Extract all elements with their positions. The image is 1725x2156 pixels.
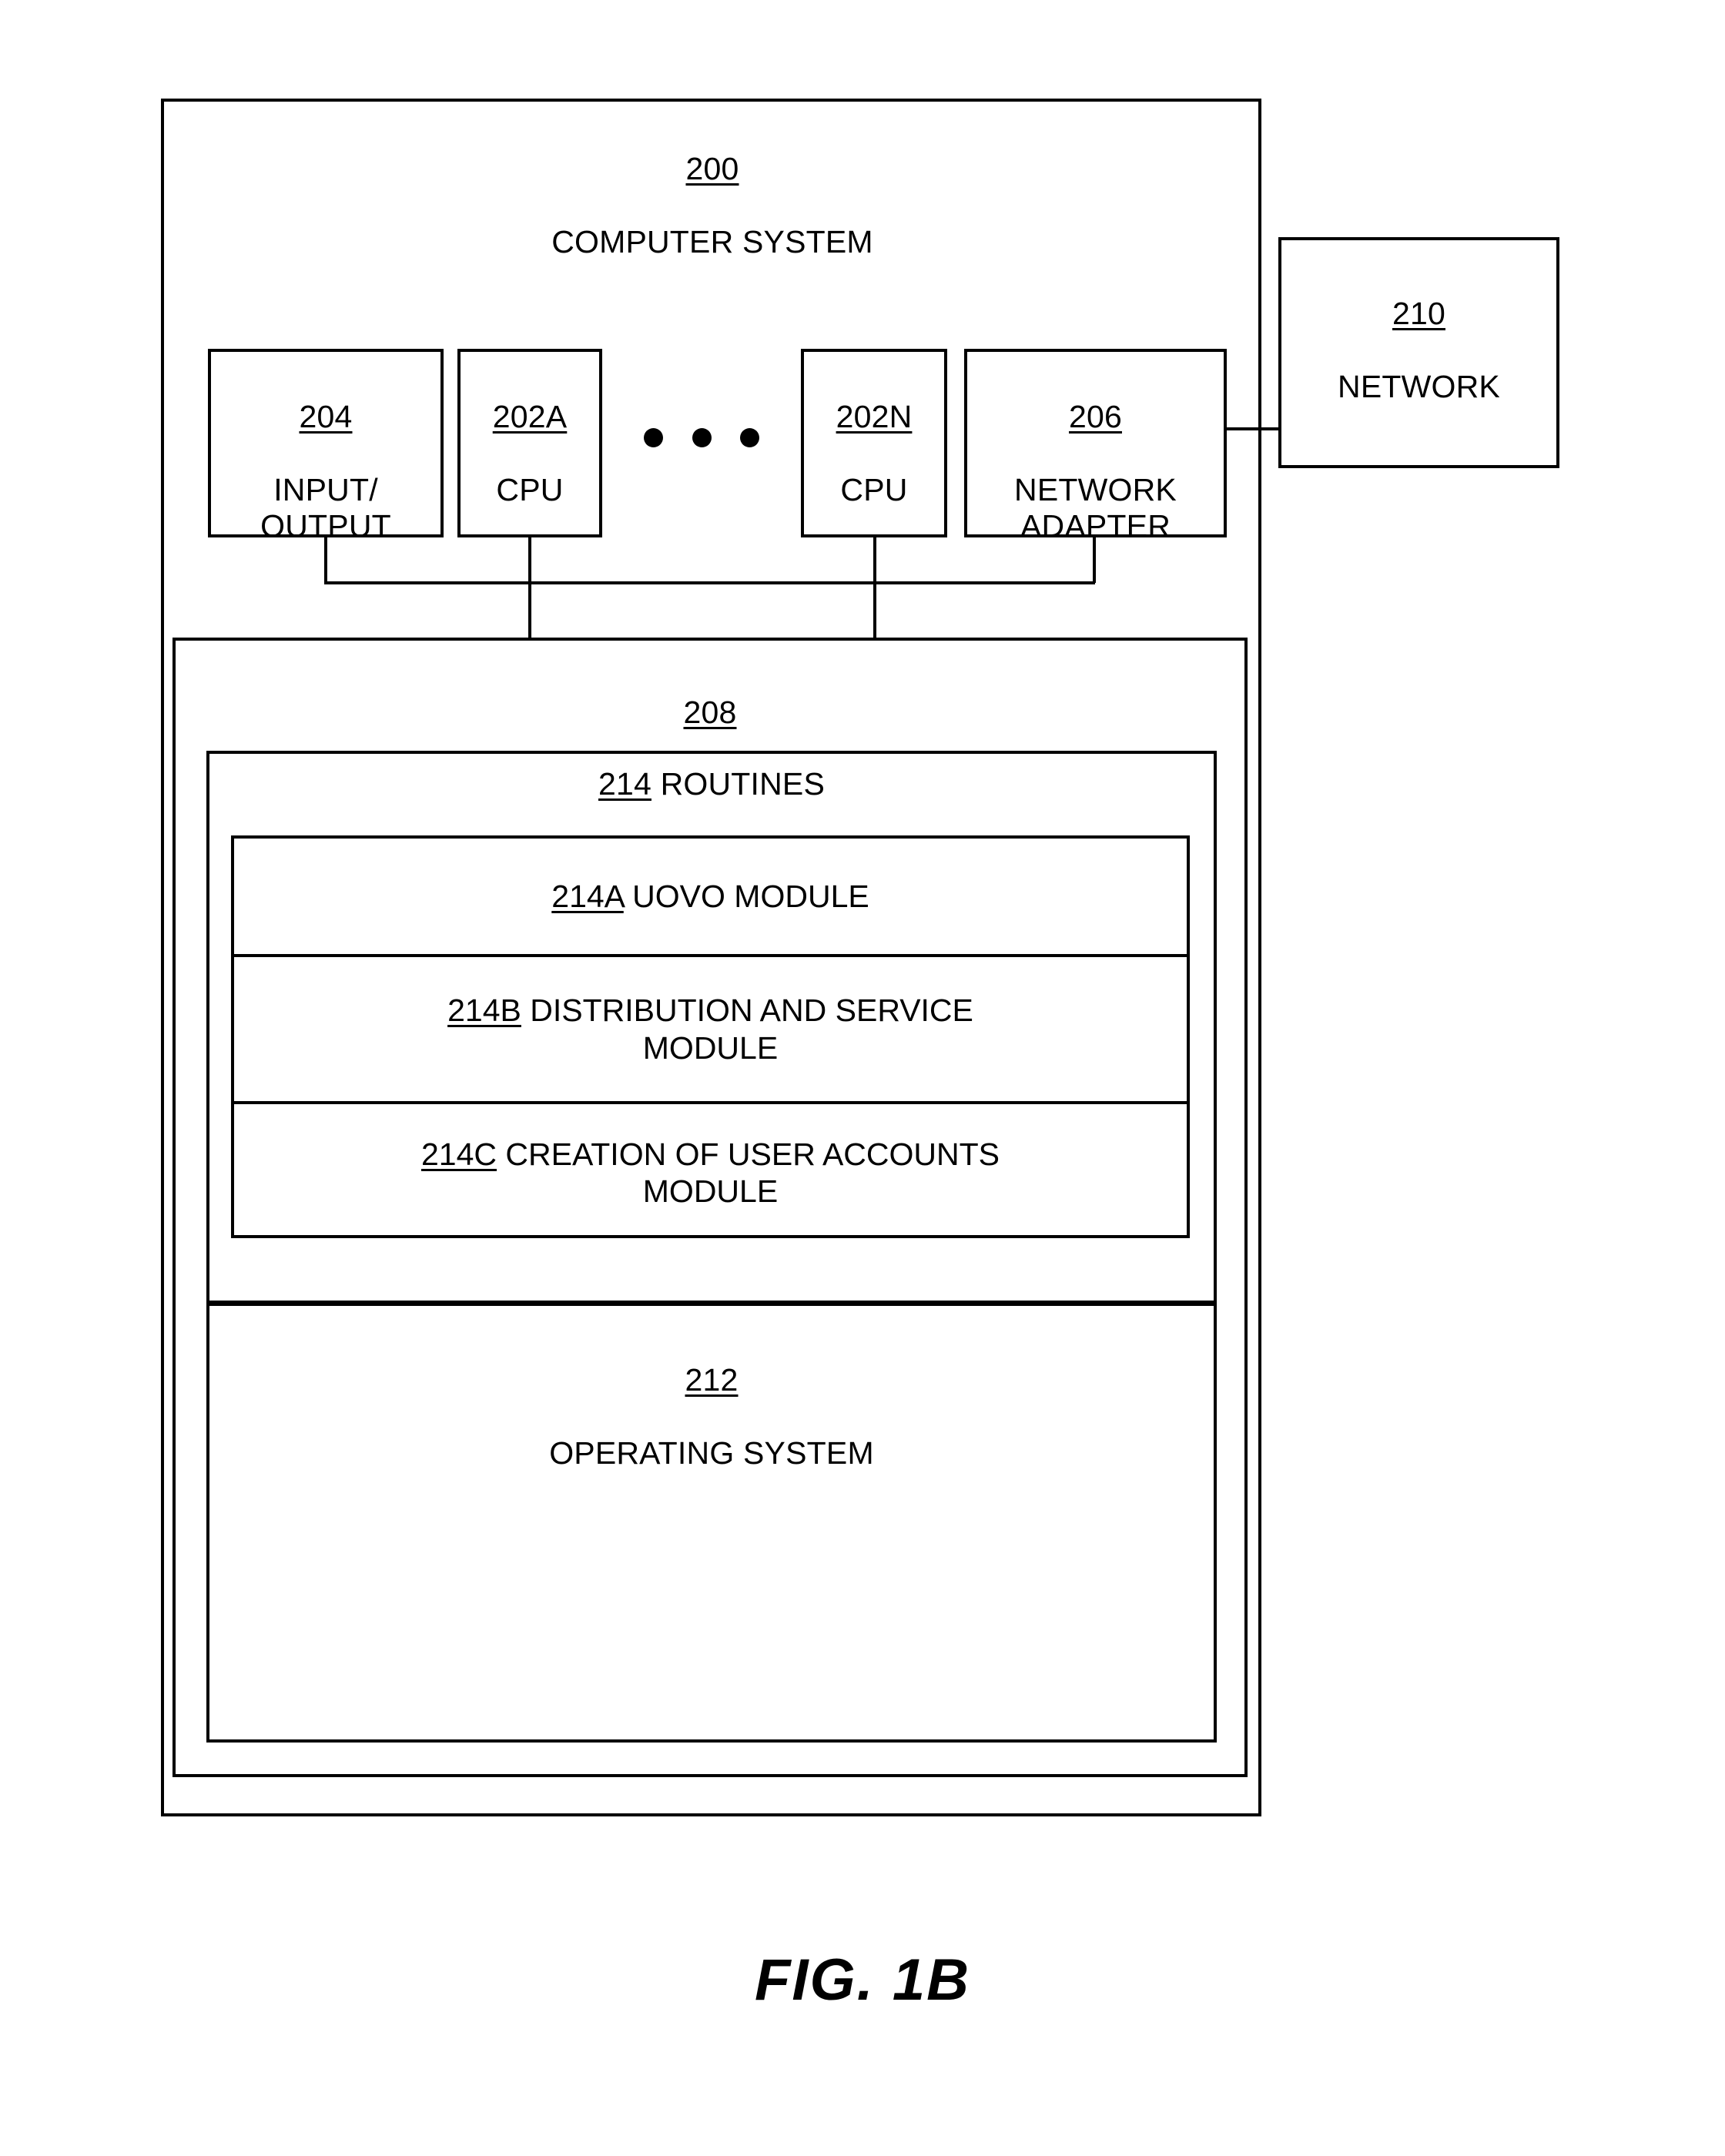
- module-b-name: DISTRIBUTION AND SERVICE MODULE: [530, 993, 973, 1066]
- network-label: 210 NETWORK: [1278, 259, 1559, 405]
- module-row: 214A UOVO MODULE: [234, 839, 1187, 954]
- network-adapter-ref: 206: [1068, 398, 1122, 434]
- routines-ref: 214: [598, 766, 651, 802]
- network-adapter-stub: [1093, 537, 1096, 583]
- module-b-ref: 214B: [447, 993, 521, 1029]
- figure-canvas: 200 COMPUTER SYSTEM 210 NETWORK 204 INPU…: [0, 0, 1725, 2156]
- figure-caption: FIG. 1B: [754, 1947, 971, 2013]
- computer-system-label: 200 COMPUTER SYSTEM: [331, 114, 1094, 260]
- ellipsis-dot: [692, 427, 712, 447]
- module-c-ref: 214C: [420, 1136, 497, 1172]
- routines-label: 214 ROUTINES: [206, 766, 1217, 803]
- computer-system-ref: 200: [685, 150, 739, 186]
- input-output-ref: 204: [299, 398, 353, 434]
- module-b-text: 214B DISTRIBUTION AND SERVICE MODULE: [434, 992, 987, 1066]
- network-adapter-name: NETWORK ADAPTER: [1014, 471, 1177, 544]
- operating-system-label: 212 OPERATING SYSTEM: [206, 1325, 1217, 1471]
- cpu-a-name: CPU: [496, 471, 564, 507]
- module-a-text: 214A UOVO MODULE: [538, 878, 883, 915]
- module-row: 214C CREATION OF USER ACCOUNTS MODULE: [234, 1101, 1187, 1241]
- module-c-text: 214C CREATION OF USER ACCOUNTS MODULE: [407, 1136, 1013, 1210]
- ellipsis-dot: [644, 427, 663, 447]
- network-ref: 210: [1392, 295, 1445, 331]
- cpu-n-label: 202N CPU: [801, 362, 947, 508]
- input-output-label: 204 INPUT/ OUTPUT: [208, 362, 444, 545]
- input-output-name: INPUT/ OUTPUT: [260, 471, 391, 544]
- cpu-ellipsis-icon: [644, 422, 759, 453]
- operating-system-ref: 212: [685, 1361, 739, 1398]
- cpu-n-ref: 202N: [836, 398, 913, 434]
- routines-modules-box: 214A UOVO MODULE 214B DISTRIBUTION AND S…: [231, 835, 1190, 1238]
- module-a-ref: 214A: [551, 878, 624, 914]
- computer-system-name: COMPUTER SYSTEM: [551, 223, 873, 259]
- cpu-a-ref: 202A: [492, 398, 568, 434]
- cpu-a-label: 202A CPU: [457, 362, 602, 508]
- module-c-name: CREATION OF USER ACCOUNTS MODULE: [505, 1136, 1000, 1209]
- system-bus-line: [324, 581, 1095, 584]
- operating-system-name: OPERATING SYSTEM: [549, 1435, 874, 1471]
- ellipsis-dot: [740, 427, 759, 447]
- network-link-line: [1227, 427, 1278, 430]
- routines-name: ROUTINES: [660, 766, 826, 802]
- module-row: 214B DISTRIBUTION AND SERVICE MODULE: [234, 954, 1187, 1101]
- network-adapter-label: 206 NETWORK ADAPTER: [963, 362, 1228, 545]
- cpu-n-name: CPU: [840, 471, 908, 507]
- module-a-name: UOVO MODULE: [632, 878, 869, 914]
- memory-ref: 208: [683, 694, 737, 730]
- io-connector-stub: [324, 537, 327, 583]
- network-name: NETWORK: [1338, 368, 1500, 404]
